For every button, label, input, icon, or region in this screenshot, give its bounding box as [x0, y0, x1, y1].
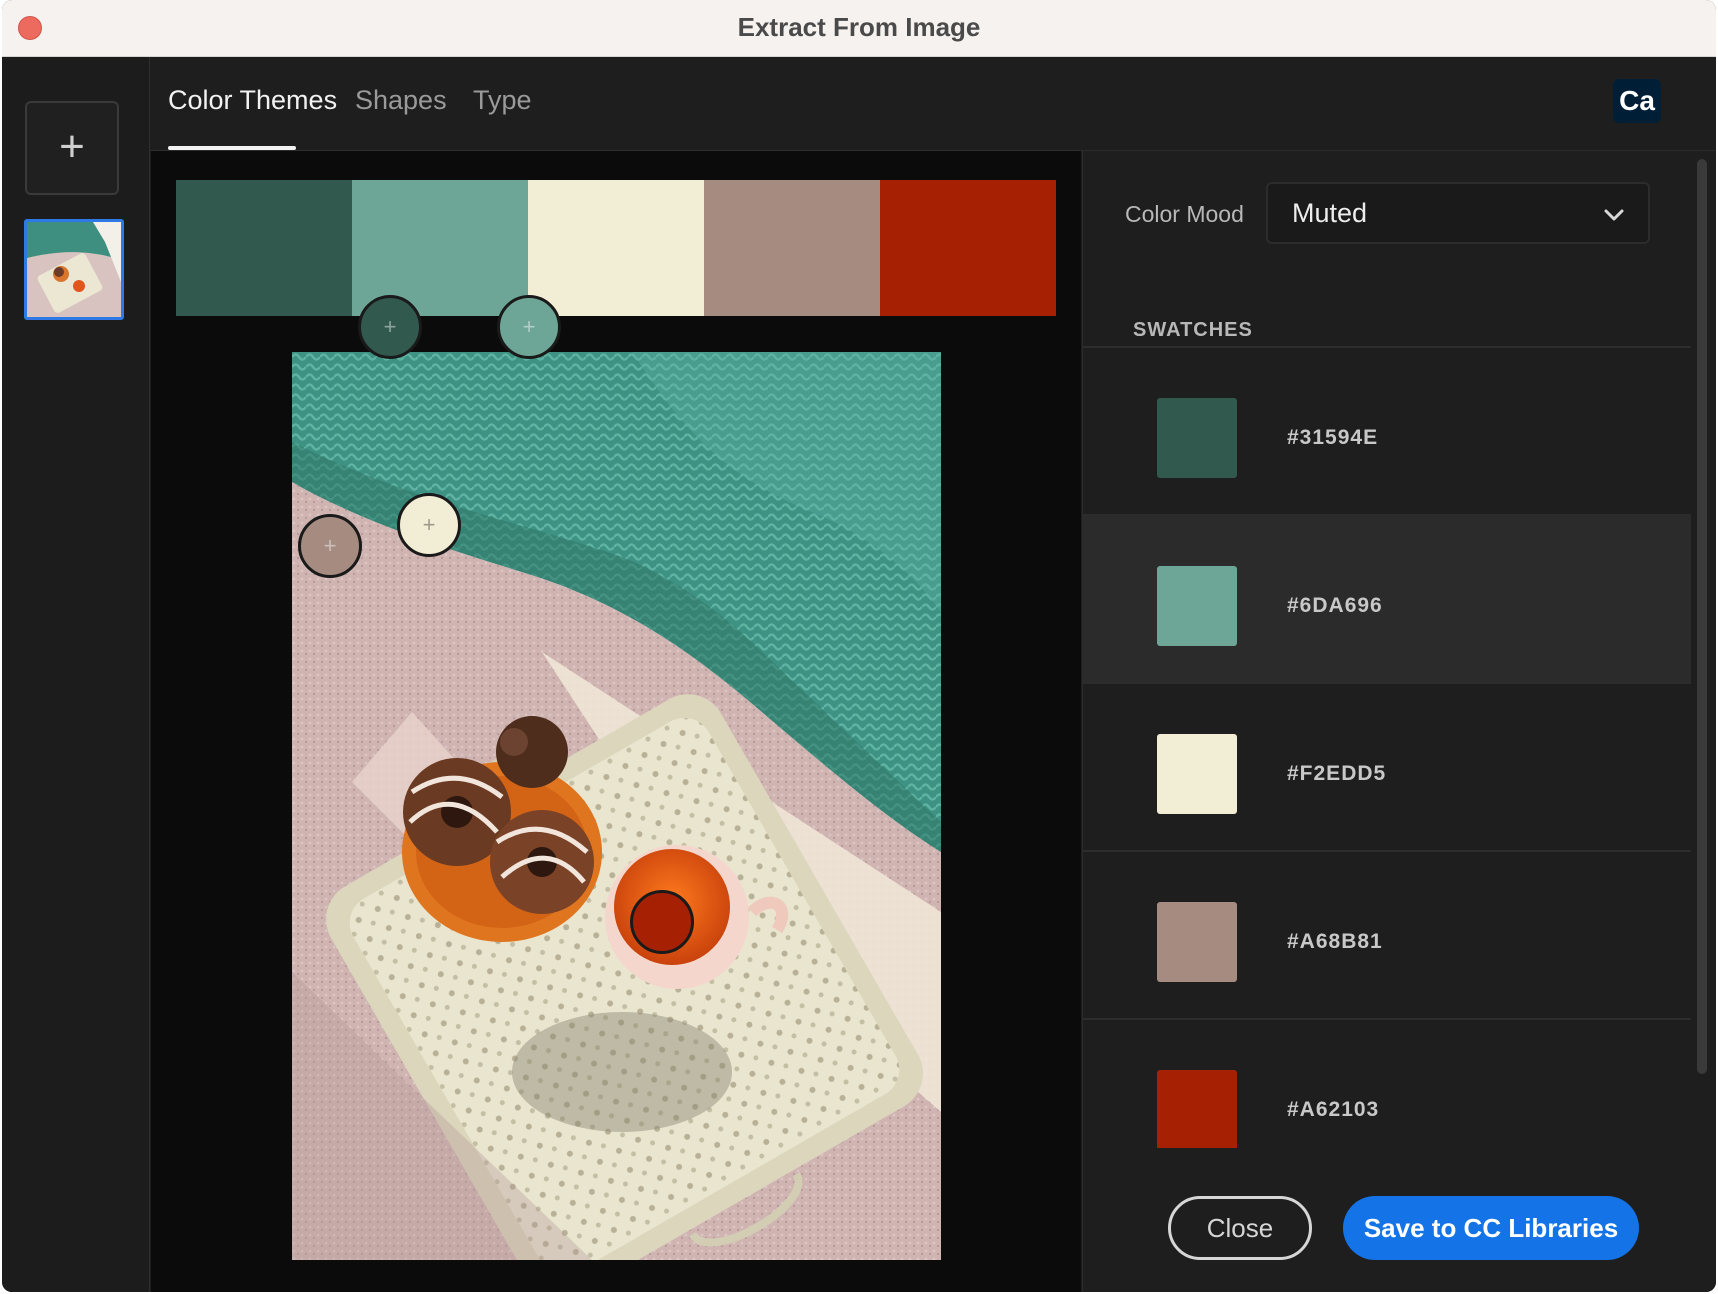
window-title: Extract From Image	[737, 12, 981, 42]
extract-from-image-window: Extract From Image + Color Themes Shapes…	[2, 0, 1716, 1292]
swatch-color-chip[interactable]	[1157, 1070, 1237, 1148]
swatch-hex-value[interactable]: #6DA696	[1287, 594, 1383, 618]
source-photo-image	[292, 352, 941, 1260]
color-picker-marker-1[interactable]: +	[358, 295, 422, 359]
swatch-color-chip[interactable]	[1157, 902, 1237, 982]
swatch-color-chip[interactable]	[1157, 398, 1237, 478]
tab-type[interactable]: Type	[473, 85, 532, 116]
swatch-scrollbar[interactable]	[1697, 159, 1707, 1074]
swatch-hex-value[interactable]: #31594E	[1287, 426, 1378, 450]
image-thumbnail[interactable]	[24, 219, 124, 320]
swatch-list: #31594E #6DA696 #F2EDD5 #A68B81 #A62103	[1083, 346, 1691, 1148]
theme-color-3[interactable]	[528, 180, 704, 316]
color-theme-bar	[176, 180, 1056, 316]
swatch-hex-value[interactable]: #A62103	[1287, 1098, 1379, 1122]
close-button[interactable]: Close	[1168, 1196, 1312, 1260]
color-mood-dropdown[interactable]: Muted	[1266, 182, 1650, 244]
chevron-down-icon	[1604, 209, 1624, 221]
swatches-heading: SWATCHES	[1133, 319, 1253, 341]
theme-color-4[interactable]	[704, 180, 880, 316]
swatch-row[interactable]: #31594E	[1083, 348, 1691, 516]
color-mood-value: Muted	[1292, 198, 1368, 228]
image-canvas: + + + +	[151, 151, 1081, 1292]
add-image-button[interactable]: +	[25, 101, 119, 195]
capture-app-icon: Ca	[1613, 79, 1661, 123]
tab-color-themes[interactable]: Color Themes	[168, 85, 337, 116]
title-bar: Extract From Image	[2, 0, 1716, 57]
color-picker-marker-4[interactable]: +	[298, 514, 362, 578]
color-mood-label: Color Mood	[1125, 201, 1244, 227]
image-sidebar: +	[2, 57, 150, 1292]
swatch-row[interactable]: #A68B81	[1083, 852, 1691, 1020]
active-tab-indicator	[168, 146, 296, 150]
theme-color-1[interactable]	[176, 180, 352, 316]
save-to-libraries-button[interactable]: Save to CC Libraries	[1343, 1196, 1639, 1260]
color-picker-marker-5[interactable]	[630, 890, 694, 954]
theme-panel: Color Mood Muted SWATCHES #31594E #6DA69…	[1082, 151, 1716, 1292]
tab-shapes[interactable]: Shapes	[355, 85, 447, 116]
source-photo	[292, 352, 941, 1260]
tab-bar: Color Themes Shapes Type Ca	[150, 57, 1716, 151]
swatch-hex-value[interactable]: #A68B81	[1287, 930, 1383, 954]
swatch-color-chip[interactable]	[1157, 734, 1237, 814]
swatch-row[interactable]: #A62103	[1083, 1020, 1691, 1148]
color-picker-marker-3[interactable]: +	[397, 493, 461, 557]
swatch-color-chip[interactable]	[1157, 566, 1237, 646]
thumbnail-image	[27, 222, 121, 317]
theme-color-2[interactable]	[352, 180, 528, 316]
swatch-row[interactable]: #F2EDD5	[1083, 684, 1691, 852]
theme-color-5[interactable]	[880, 180, 1056, 316]
color-picker-marker-2[interactable]: +	[497, 295, 561, 359]
swatch-hex-value[interactable]: #F2EDD5	[1287, 762, 1386, 786]
swatch-row[interactable]: #6DA696	[1083, 516, 1691, 684]
